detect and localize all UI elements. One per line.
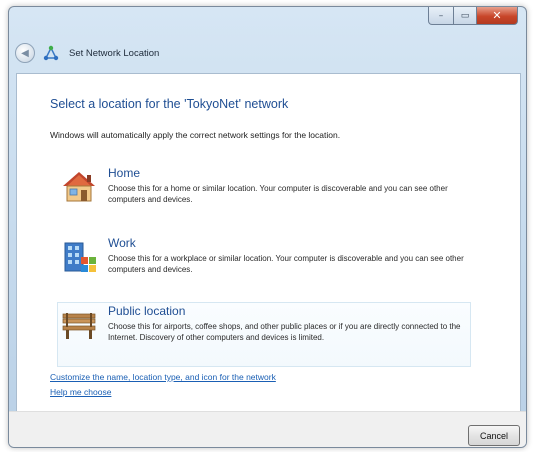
option-work-description: Choose this for a workplace or similar l… bbox=[108, 254, 464, 274]
option-work[interactable]: Work Choose this for a workplace or simi… bbox=[57, 234, 471, 288]
window-controls: – ▭ ✕ bbox=[428, 7, 518, 25]
close-icon: ✕ bbox=[492, 9, 502, 22]
window-title: Set Network Location bbox=[69, 47, 160, 59]
option-home-description: Choose this for a home or similar locati… bbox=[108, 184, 448, 204]
back-arrow-icon: ◀ bbox=[21, 47, 29, 59]
maximize-button[interactable]: ▭ bbox=[454, 7, 477, 25]
option-public-description: Choose this for airports, coffee shops, … bbox=[108, 322, 461, 342]
page-heading: Select a location for the 'TokyoNet' net… bbox=[50, 97, 289, 111]
option-public-location[interactable]: Public location Choose this for airports… bbox=[57, 302, 471, 367]
navigation-bar: ◀ Set Network Location bbox=[15, 40, 159, 66]
option-work-title: Work bbox=[108, 236, 136, 250]
network-icon bbox=[43, 45, 59, 61]
title-bar[interactable]: – ▭ ✕ bbox=[9, 7, 526, 33]
content-panel: Select a location for the 'TokyoNet' net… bbox=[16, 73, 521, 413]
back-button[interactable]: ◀ bbox=[15, 43, 35, 63]
option-home-title: Home bbox=[108, 166, 141, 180]
home-icon bbox=[63, 172, 95, 202]
park-bench-icon bbox=[62, 313, 96, 339]
dialog-window: – ▭ ✕ ◀ Set Network Location Select a lo… bbox=[8, 6, 527, 448]
minimize-button[interactable]: – bbox=[428, 7, 454, 25]
customize-network-link[interactable]: Customize the name, location type, and i… bbox=[50, 372, 276, 382]
maximize-icon: ▭ bbox=[460, 10, 470, 21]
option-public-title: Public location bbox=[108, 304, 186, 318]
help-me-choose-link[interactable]: Help me choose bbox=[50, 387, 111, 397]
minimize-icon: – bbox=[438, 10, 444, 21]
dialog-footer: Cancel bbox=[9, 411, 526, 447]
cancel-button[interactable]: Cancel bbox=[468, 425, 520, 446]
page-description: Windows will automatically apply the cor… bbox=[50, 130, 341, 140]
option-home[interactable]: Home Choose this for a home or similar l… bbox=[57, 164, 471, 218]
close-button[interactable]: ✕ bbox=[477, 7, 518, 25]
work-building-icon bbox=[64, 242, 96, 272]
